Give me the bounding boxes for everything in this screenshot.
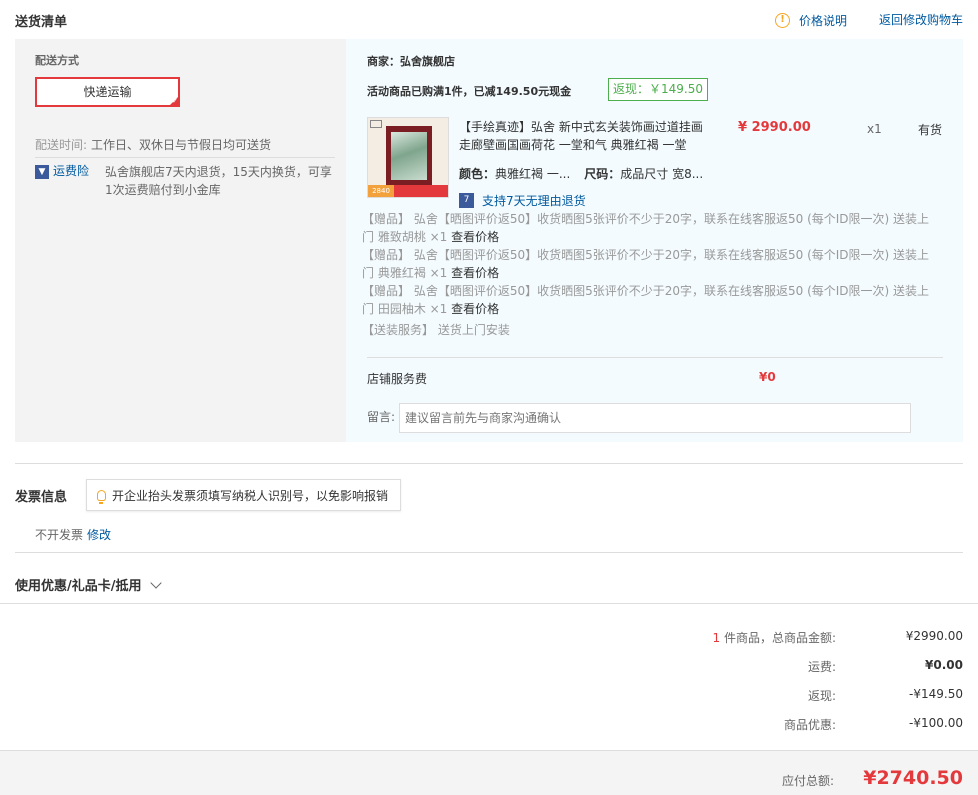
payable-label: 应付总额:	[781, 774, 834, 788]
discount-value: -¥100.00	[909, 716, 963, 730]
rebate-value: -¥149.50	[909, 687, 963, 701]
product-quantity: x1	[867, 122, 882, 136]
goods-total-label: 1 件商品，总商品金额:	[713, 629, 837, 646]
rebate-badge: 返现：￥149.50	[608, 78, 708, 101]
shipping-fee-value: ¥0.00	[925, 658, 963, 672]
shipping-fee-label: 运费:	[807, 660, 836, 674]
gift-item: 【赠品】 弘舍【晒图评价返50】收货晒图5张评价不少于20字，联系在线客服返50…	[362, 210, 937, 246]
discount-label: 商品优惠:	[783, 718, 836, 732]
color-value: 典雅红褐 一...	[495, 167, 571, 181]
brand-logo-icon	[370, 120, 382, 128]
lightbulb-icon	[97, 489, 106, 504]
product-thumbnail[interactable]: 2840	[367, 117, 449, 198]
delivery-time-value: 工作日、双休日与节假日均可送货	[91, 138, 272, 152]
installation-service: 【送装服务】 送货上门安装	[362, 323, 510, 337]
shipping-panel: 配送方式 快递运输 ✓ 配送时间: 工作日、双休日与节假日均可送货 ▼ 运费险 弘…	[15, 39, 346, 442]
gift-item: 【赠品】 弘舍【晒图评价返50】收货晒图5张评价不少于20字，联系在线客服返50…	[362, 282, 937, 318]
merchant-name: 商家：弘舍旗舰店	[367, 55, 455, 68]
goods-total-label-text: 件商品，总商品金额:	[720, 631, 836, 645]
shop-panel: 商家：弘舍旗舰店 活动商品已购满1件，已减149.50元现金 返现：￥149.5…	[346, 39, 963, 442]
payable-bar: 应付总额: ¥2740.50	[0, 750, 978, 795]
invoice-tooltip: 开企业抬头发票须填写纳税人识别号，以免影响报销	[86, 479, 401, 511]
product-name-link[interactable]: 【手绘真迹】弘舍 新中式玄关装饰画过道挂画走廊壁画国画荷花 一堂和气 典雅红褐 …	[459, 118, 709, 154]
gift-text: 【赠品】 弘舍【晒图评价返50】收货晒图5张评价不少于20字，联系在线客服返50…	[362, 212, 930, 244]
invoice-tip-text: 开企业抬头发票须填写纳税人识别号，以免影响报销	[112, 488, 389, 503]
shipping-method-option[interactable]: 快递运输 ✓	[35, 77, 180, 107]
insurance-icon: ▼	[35, 165, 49, 179]
stock-status: 有货	[918, 123, 943, 137]
thumbnail-banner	[394, 185, 448, 197]
size-value: 成品尺寸 宽8...	[620, 167, 704, 181]
invoice-edit-link[interactable]: 修改	[87, 528, 111, 542]
return-policy-link[interactable]: 支持7天无理由退货	[482, 192, 586, 209]
coupon-label: 使用优惠/礼品卡/抵用	[15, 579, 142, 594]
gift-item: 【赠品】 弘舍【晒图评价返50】收货晒图5张评价不少于20字，联系在线客服返50…	[362, 246, 937, 282]
divider	[0, 603, 978, 604]
view-price-link[interactable]: 查看价格	[451, 302, 499, 316]
rebate-label: 返现:	[807, 689, 836, 703]
seven-day-return-icon: 7	[459, 193, 474, 208]
price-note-label[interactable]: 价格说明	[799, 12, 847, 29]
insurance-row: ▼ 运费险 弘舍旗舰店7天内退货，15天内换货，可享1次运费赔付到小金库	[35, 163, 333, 199]
divider	[35, 157, 335, 158]
gift-text: 【赠品】 弘舍【晒图评价返50】收货晒图5张评价不少于20字，联系在线客服返50…	[362, 284, 930, 316]
price-note-link[interactable]: ! 价格说明	[775, 12, 847, 29]
delivery-time-label: 配送时间:	[35, 138, 88, 152]
gift-text: 【赠品】 弘舍【晒图评价返50】收货晒图5张评价不少于20字，联系在线客服返50…	[362, 248, 930, 280]
shipping-method-label: 配送方式	[35, 54, 79, 67]
promo-text: 活动商品已购满1件，已减149.50元现金	[367, 85, 572, 98]
service-fee-value: ¥0	[759, 370, 776, 384]
view-price-link[interactable]: 查看价格	[451, 266, 499, 280]
painting-artwork	[391, 132, 427, 180]
thumbnail-price-tag: 2840	[368, 185, 394, 197]
invoice-status-text: 不开发票	[35, 528, 84, 542]
invoice-title: 发票信息	[15, 490, 68, 505]
gift-list: 【赠品】 弘舍【晒图评价返50】收货晒图5张评价不少于20字，联系在线客服返50…	[362, 210, 937, 318]
divider	[15, 463, 963, 464]
shipping-method-text: 快递运输	[83, 85, 132, 99]
page-title: 送货清单	[15, 15, 68, 30]
coupon-toggle[interactable]: 使用优惠/礼品卡/抵用	[15, 575, 162, 594]
check-icon: ✓	[172, 97, 178, 105]
color-label: 颜色：	[459, 167, 496, 181]
divider	[15, 552, 963, 553]
product-attributes: 颜色：典雅红褐 一... 尺码：成品尺寸 宽8...	[459, 165, 703, 182]
service-fee-label: 店铺服务费	[367, 372, 428, 386]
message-label: 留言:	[367, 410, 396, 424]
delivery-time: 配送时间: 工作日、双休日与节假日均可送货	[35, 136, 271, 153]
invoice-status: 不开发票 修改	[35, 526, 111, 543]
back-to-cart-link[interactable]: 返回修改购物车	[879, 11, 963, 28]
warning-icon: !	[775, 13, 790, 28]
view-price-link[interactable]: 查看价格	[451, 230, 499, 244]
product-price: ¥ 2990.00	[738, 120, 811, 135]
size-label: 尺码：	[584, 167, 621, 181]
insurance-link[interactable]: 运费险	[53, 163, 105, 199]
item-count: 1	[712, 631, 721, 645]
payable-total: ¥2740.50	[863, 767, 963, 789]
insurance-description: 弘舍旗舰店7天内退货，15天内换货，可享1次运费赔付到小金库	[105, 165, 332, 197]
message-input[interactable]	[399, 403, 911, 433]
return-policy: 7 支持7天无理由退货	[459, 192, 586, 209]
chevron-down-icon	[149, 576, 162, 589]
goods-total-value: ¥2990.00	[905, 629, 963, 643]
divider	[367, 357, 943, 358]
